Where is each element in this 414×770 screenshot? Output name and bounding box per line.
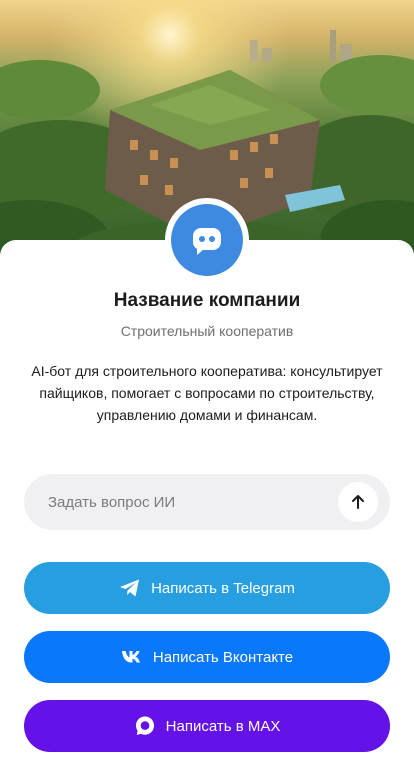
send-button[interactable]: [338, 482, 378, 522]
chat-bot-icon: [171, 204, 243, 276]
telegram-button[interactable]: Написать в Telegram: [24, 562, 390, 614]
company-name: Название компании: [113, 290, 301, 311]
company-description: AI-бот для строительного кооператива: ко…: [31, 363, 383, 423]
ask-ai-input[interactable]: [24, 474, 338, 530]
max-button-label: Написать в MAX: [165, 717, 281, 735]
telegram-button-label: Написать в Telegram: [151, 579, 295, 597]
ask-ai-box: [24, 474, 390, 530]
max-button[interactable]: Написать в MAX: [24, 700, 390, 752]
vk-button-label: Написать Вконтакте: [152, 648, 294, 666]
telegram-icon: [119, 578, 141, 598]
vk-button[interactable]: Написать Вконтакте: [24, 631, 390, 683]
company-type: Строительный кооператив: [120, 323, 294, 339]
arrow-up-icon: [352, 495, 364, 509]
vk-icon: [121, 650, 143, 664]
avatar: [165, 198, 249, 282]
max-icon: [134, 715, 156, 737]
